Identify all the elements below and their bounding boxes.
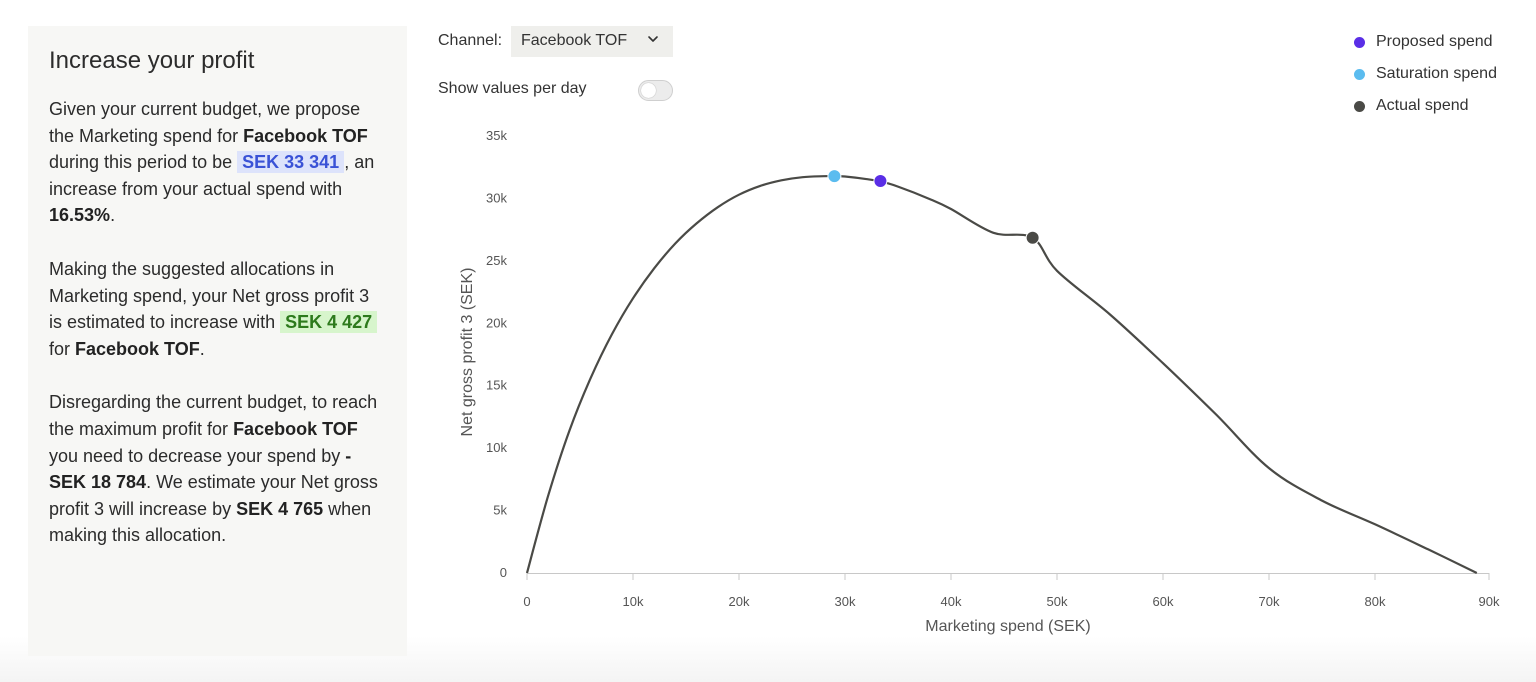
y-tick-label: 30k <box>486 190 507 205</box>
y-axis-label: Net gross profit 3 (SEK) <box>459 268 476 437</box>
y-axis: 0 5k 10k 15k 20k 25k 30k 35k <box>486 128 507 580</box>
x-axis-label: Marketing spend (SEK) <box>925 618 1090 635</box>
y-tick-label: 10k <box>486 440 507 455</box>
x-tick-label: 30k <box>835 594 856 609</box>
app-root: Increase your profit Given your current … <box>0 0 1536 682</box>
y-tick-label: 5k <box>493 503 507 518</box>
x-tick-label: 40k <box>941 594 962 609</box>
x-tick-label: 20k <box>729 594 750 609</box>
x-tick-label: 80k <box>1365 594 1386 609</box>
y-tick-label: 35k <box>486 128 507 143</box>
x-tick-label: 90k <box>1479 594 1500 609</box>
x-tick-label: 10k <box>623 594 644 609</box>
y-tick-label: 0 <box>500 565 507 580</box>
proposed-spend-marker[interactable] <box>873 173 888 188</box>
saturation-spend-marker[interactable] <box>827 169 842 184</box>
y-tick-label: 25k <box>486 253 507 268</box>
spend-markers <box>827 169 1040 245</box>
x-axis: 0 10k 20k 30k 40k 50k 60k 70k 80k 90k <box>523 573 1500 609</box>
x-tick-label: 60k <box>1153 594 1174 609</box>
y-tick-label: 15k <box>486 378 507 393</box>
profit-curve-line <box>525 174 1478 574</box>
x-tick-label: 70k <box>1259 594 1280 609</box>
profit-curve-chart: 0 5k 10k 15k 20k 25k 30k 35k 0 10k 20k 30k 40k 50k 60… <box>459 128 1500 635</box>
x-tick-label: 0 <box>523 594 530 609</box>
y-tick-label: 20k <box>486 315 507 330</box>
actual-spend-marker[interactable] <box>1025 230 1040 245</box>
x-tick-label: 50k <box>1047 594 1068 609</box>
